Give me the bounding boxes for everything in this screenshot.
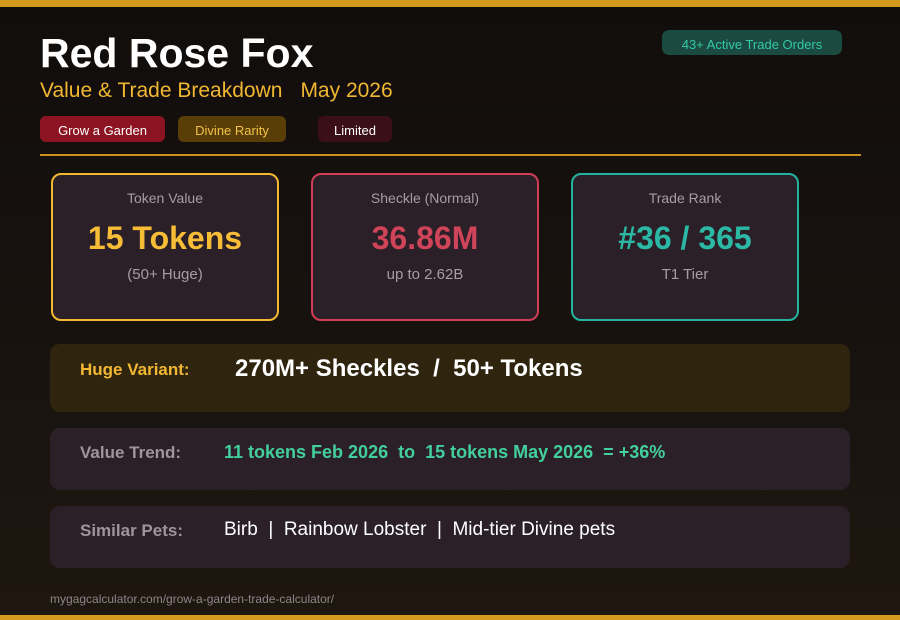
page-title: Red Rose Fox <box>40 30 314 76</box>
similar-pets-value: Birb | Rainbow Lobster | Mid-tier Divine… <box>224 519 616 540</box>
trade-rank-tier: T1 Tier <box>661 266 709 283</box>
sheckle-value: 36.86M <box>371 220 479 256</box>
trade-rank-label: Trade Rank <box>648 190 722 206</box>
bottom-accent-bar <box>0 615 900 620</box>
similar-pets-panel: Similar Pets: Birb | Rainbow Lobster | M… <box>50 506 850 568</box>
rarity-tag: Divine Rarity <box>178 116 286 142</box>
sheckle-value-sub: up to 2.62B <box>386 266 464 283</box>
value-trend-label: Value Trend: <box>80 443 182 462</box>
subtitle-date: May 2026 <box>300 79 393 102</box>
sheckle-value-card: Sheckle (Normal) 36.86M up to 2.62B <box>311 173 539 321</box>
token-value-label: Token Value <box>126 190 203 206</box>
header-divider <box>40 154 861 156</box>
subtitle-text: Value & Trade Breakdown <box>40 79 283 102</box>
active-orders-badge: 43+ Active Trade Orders <box>662 30 842 55</box>
limited-tag: Limited <box>318 116 392 142</box>
trade-rank-value: #36 / 365 <box>618 220 752 256</box>
source-url: mygagcalculator.com/grow-a-garden-trade-… <box>50 592 335 606</box>
huge-variant-panel: Huge Variant: 270M+ Sheckles / 50+ Token… <box>50 344 850 412</box>
value-trend-panel: Value Trend: 11 tokens Feb 2026 to 15 to… <box>50 428 850 490</box>
sheckle-value-label: Sheckle (Normal) <box>370 190 480 206</box>
game-tag: Grow a Garden <box>40 116 165 142</box>
huge-variant-value: 270M+ Sheckles / 50+ Tokens <box>235 355 583 382</box>
token-value-sub: (50+ Huge) <box>127 266 203 283</box>
token-value: 15 Tokens <box>87 220 243 256</box>
trade-rank-card: Trade Rank #36 / 365 T1 Tier <box>571 173 799 321</box>
page-subtitle: Value & Trade Breakdown May 2026 <box>40 78 393 104</box>
token-value-card: Token Value 15 Tokens (50+ Huge) <box>51 173 279 321</box>
value-trend-value: 11 tokens Feb 2026 to 15 tokens May 2026… <box>224 442 666 462</box>
similar-pets-label: Similar Pets: <box>80 521 183 540</box>
top-accent-bar <box>0 0 900 7</box>
huge-variant-label: Huge Variant: <box>80 360 190 379</box>
